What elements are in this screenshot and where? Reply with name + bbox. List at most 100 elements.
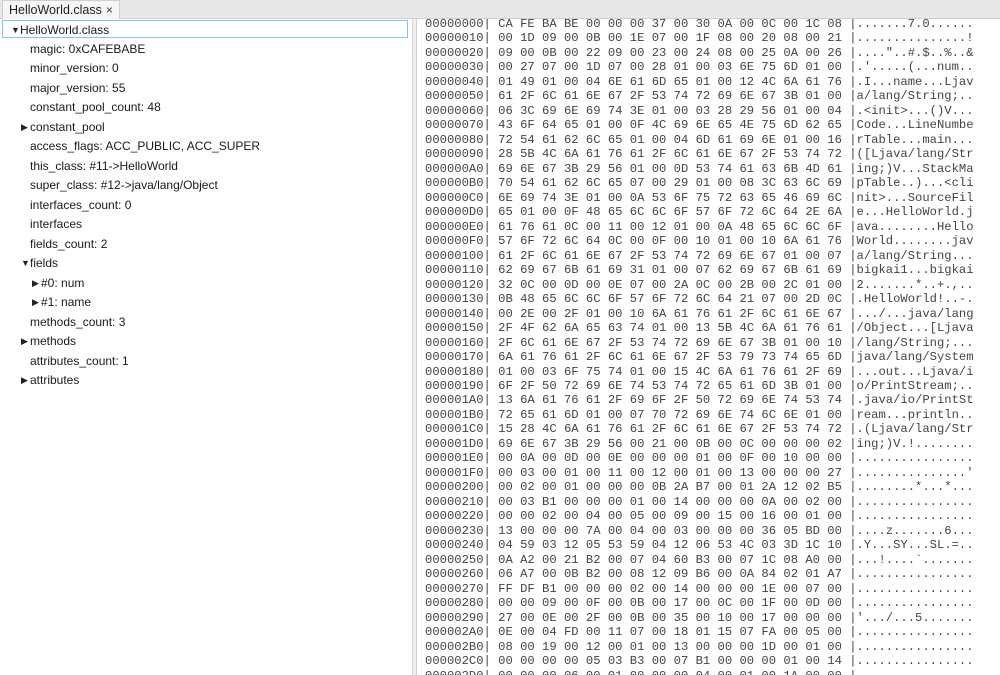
hex-bytes: 15 28 4C 6A 61 76 61 2F 6C 61 6E 67 2F 5…	[498, 422, 850, 437]
tree-node-label: constant_pool_count: 48	[30, 100, 161, 114]
hex-ascii: |................	[849, 509, 974, 524]
hex-ascii: |ream...println..	[849, 407, 974, 422]
hex-row: 000001C0| 15 28 4C 6A 61 76 61 2F 6C 61 …	[425, 422, 974, 437]
hex-row: 00000260| 06 A7 00 0B B2 00 08 12 09 B6 …	[425, 567, 974, 582]
hex-bytes: 09 00 0B 00 22 09 00 23 00 24 08 00 25 0…	[498, 45, 850, 60]
hex-bytes: 00 27 07 00 1D 07 00 28 01 00 03 6E 75 6…	[498, 60, 850, 75]
tree-node-label: interfaces_count: 0	[30, 197, 132, 212]
hex-ascii: |.I...name...Ljav	[849, 74, 974, 89]
hex-dump-view[interactable]: 00000000| CA FE BA BE 00 00 00 37 00 30 …	[417, 19, 1000, 675]
tree-node[interactable]: access_flags: ACC_PUBLIC, ACC_SUPER	[2, 137, 408, 155]
hex-bytes: 00 2E 00 2F 01 00 10 6A 61 76 61 2F 6C 6…	[498, 306, 850, 321]
hex-row: 00000100| 61 2F 6C 61 6E 67 2F 53 74 72 …	[425, 249, 974, 264]
expanded-triangle-icon[interactable]: ▼	[11, 21, 20, 39]
hex-offset: 000000F0|	[425, 234, 499, 249]
hex-ascii: |rTable...main...	[849, 132, 974, 147]
hex-row: 00000230| 13 00 00 00 7A 00 04 00 03 00 …	[425, 524, 974, 539]
hex-bytes: 69 6E 67 3B 29 56 01 00 0D 53 74 61 63 6…	[498, 161, 850, 176]
tree-node[interactable]: methods_count: 3	[2, 313, 408, 331]
tree-node-label: magic: 0xCAFEBABE	[30, 41, 146, 56]
tree-node[interactable]: ▶ attributes	[2, 371, 408, 389]
tree-node[interactable]: ▼ fields	[2, 254, 408, 272]
hex-bytes: 27 00 0E 00 2F 00 0B 00 35 00 10 00 17 0…	[498, 610, 850, 625]
tree-node[interactable]: magic: 0xCAFEBABE	[2, 40, 408, 58]
hex-row: 00000290| 27 00 0E 00 2F 00 0B 00 35 00 …	[425, 611, 974, 626]
hex-bytes: 00 03 00 01 00 11 00 12 00 01 00 13 00 0…	[498, 465, 850, 480]
tree-node[interactable]: super_class: #12->java/lang/Object	[2, 176, 408, 194]
hex-ascii: |.......7.0......	[849, 19, 974, 31]
hex-ascii: |...............'	[849, 465, 974, 480]
hex-ascii: |................	[849, 596, 974, 611]
hex-bytes: 00 00 09 00 0F 00 0B 00 17 00 0C 00 1F 0…	[498, 596, 850, 611]
hex-offset: 00000190|	[425, 379, 499, 393]
hex-row: 000002C0| 00 00 00 00 05 03 B3 00 07 B1 …	[425, 654, 974, 669]
expanded-triangle-icon[interactable]: ▼	[21, 254, 30, 272]
hex-offset: 00000040|	[425, 74, 499, 89]
tree-node[interactable]: attributes_count: 1	[2, 352, 408, 370]
collapsed-triangle-icon[interactable]: ▶	[21, 371, 28, 389]
tree-node[interactable]: ▶ #1: name	[2, 293, 408, 311]
tree-node-label: attributes	[30, 373, 80, 387]
hex-ascii: |................	[849, 669, 973, 675]
hex-offset: 000000C0|	[425, 190, 499, 205]
hex-bytes: 6A 61 76 61 2F 6C 61 6E 67 2F 53 79 73 7…	[498, 350, 850, 365]
hex-row: 000000F0| 57 6F 72 6C 64 0C 00 0F 00 10 …	[425, 234, 974, 249]
hex-row: 00000180| 01 00 03 6F 75 74 01 00 15 4C …	[425, 365, 974, 380]
hex-offset: 000002A0|	[425, 625, 499, 640]
hex-row: 00000280| 00 00 09 00 0F 00 0B 00 17 00 …	[425, 596, 974, 611]
hex-offset: 000001C0|	[425, 422, 499, 437]
collapsed-triangle-icon[interactable]: ▶	[21, 118, 28, 136]
hex-ascii: |a/lang/String...	[849, 248, 974, 263]
hex-offset: 00000000|	[425, 19, 499, 31]
hex-bytes: 61 76 61 0C 00 11 00 12 01 00 0A 48 65 6…	[498, 219, 850, 234]
tree-node[interactable]: ▶ constant_pool	[2, 118, 408, 136]
hex-bytes: 0B 48 65 6C 6C 6F 57 6F 72 6C 64 21 07 0…	[498, 292, 850, 307]
collapsed-triangle-icon[interactable]: ▶	[32, 293, 39, 311]
hex-row: 000001D0| 69 6E 67 3B 29 56 00 21 00 0B …	[425, 437, 974, 452]
tree-node[interactable]: ▶ #0: num	[2, 274, 408, 292]
tree-node[interactable]: minor_version: 0	[2, 59, 408, 77]
tree-node-label: methods_count: 3	[30, 314, 126, 329]
hex-offset: 00000090|	[425, 147, 499, 162]
hex-bytes: 61 2F 6C 61 6E 67 2F 53 74 72 69 6E 67 0…	[498, 248, 850, 263]
tree-node[interactable]: this_class: #11->HelloWorld	[2, 157, 408, 175]
hex-offset: 00000120|	[425, 277, 499, 292]
hex-ascii: |nit>...SourceFil	[849, 190, 974, 205]
hex-offset: 00000050|	[425, 89, 499, 104]
tree-node[interactable]: constant_pool_count: 48	[2, 98, 408, 116]
tree-node[interactable]: interfaces_count: 0	[2, 196, 408, 214]
hex-bytes: 06 A7 00 0B B2 00 08 12 09 B6 00 0A 84 0…	[498, 567, 850, 582]
hex-row: 00000210| 00 03 B1 00 00 00 01 00 14 00 …	[425, 495, 974, 510]
hex-bytes: 57 6F 72 6C 64 0C 00 0F 00 10 01 00 10 6…	[498, 234, 850, 249]
hex-offset: 00000240|	[425, 538, 499, 553]
tree-node[interactable]: major_version: 55	[2, 79, 408, 97]
tab-bar: HelloWorld.class ×	[0, 0, 1000, 19]
collapsed-triangle-icon[interactable]: ▶	[32, 274, 39, 292]
hex-ascii: |bigkai1...bigkai	[849, 263, 974, 278]
hex-bytes: 6F 2F 50 72 69 6E 74 53 74 72 65 61 6D 3…	[498, 379, 850, 393]
hex-row: 000000C0| 6E 69 74 3E 01 00 0A 53 6F 75 …	[425, 191, 974, 206]
hex-offset: 00000170|	[425, 350, 499, 365]
class-structure-tree[interactable]: ▼ HelloWorld.class magic: 0xCAFEBABE minor_…	[0, 19, 413, 675]
hex-row: 00000120| 32 0C 00 0D 00 0E 07 00 2A 0C …	[425, 278, 974, 293]
hex-ascii: |.'.....(...num..	[849, 60, 974, 75]
hex-offset: 000001F0|	[425, 465, 499, 480]
tree-node[interactable]: interfaces	[2, 215, 408, 233]
hex-bytes: 13 00 00 00 7A 00 04 00 03 00 00 00 36 0…	[498, 523, 850, 538]
hex-row: 00000080| 72 54 61 62 6C 65 01 00 04 6D …	[425, 133, 974, 148]
close-icon[interactable]: ×	[106, 1, 113, 19]
hex-ascii: |.<init>...()V...	[849, 103, 974, 118]
hex-ascii: |/Object...[Ljava	[849, 321, 974, 336]
tree-node[interactable]: ▶ methods	[2, 332, 408, 350]
tab-helloworld-class[interactable]: HelloWorld.class ×	[2, 0, 120, 19]
collapsed-triangle-icon[interactable]: ▶	[21, 332, 28, 350]
hex-offset: 00000150|	[425, 321, 499, 336]
hex-row: 00000040| 01 49 01 00 04 6E 61 6D 65 01 …	[425, 75, 974, 90]
hex-bytes: 28 5B 4C 6A 61 76 61 2F 6C 61 6E 67 2F 5…	[498, 147, 850, 162]
tree-node[interactable]: fields_count: 2	[2, 235, 408, 253]
hex-bytes: 00 00 00 06 00 01 00 00 00 04 00 01 00 1…	[498, 669, 849, 675]
tree-node[interactable]: ▼ HelloWorld.class	[2, 20, 408, 38]
hex-bytes: 65 01 00 0F 48 65 6C 6C 6F 57 6F 72 6C 6…	[498, 205, 850, 220]
hex-offset: 000000A0|	[425, 161, 499, 176]
hex-ascii: |([Ljava/lang/Str	[849, 147, 974, 162]
